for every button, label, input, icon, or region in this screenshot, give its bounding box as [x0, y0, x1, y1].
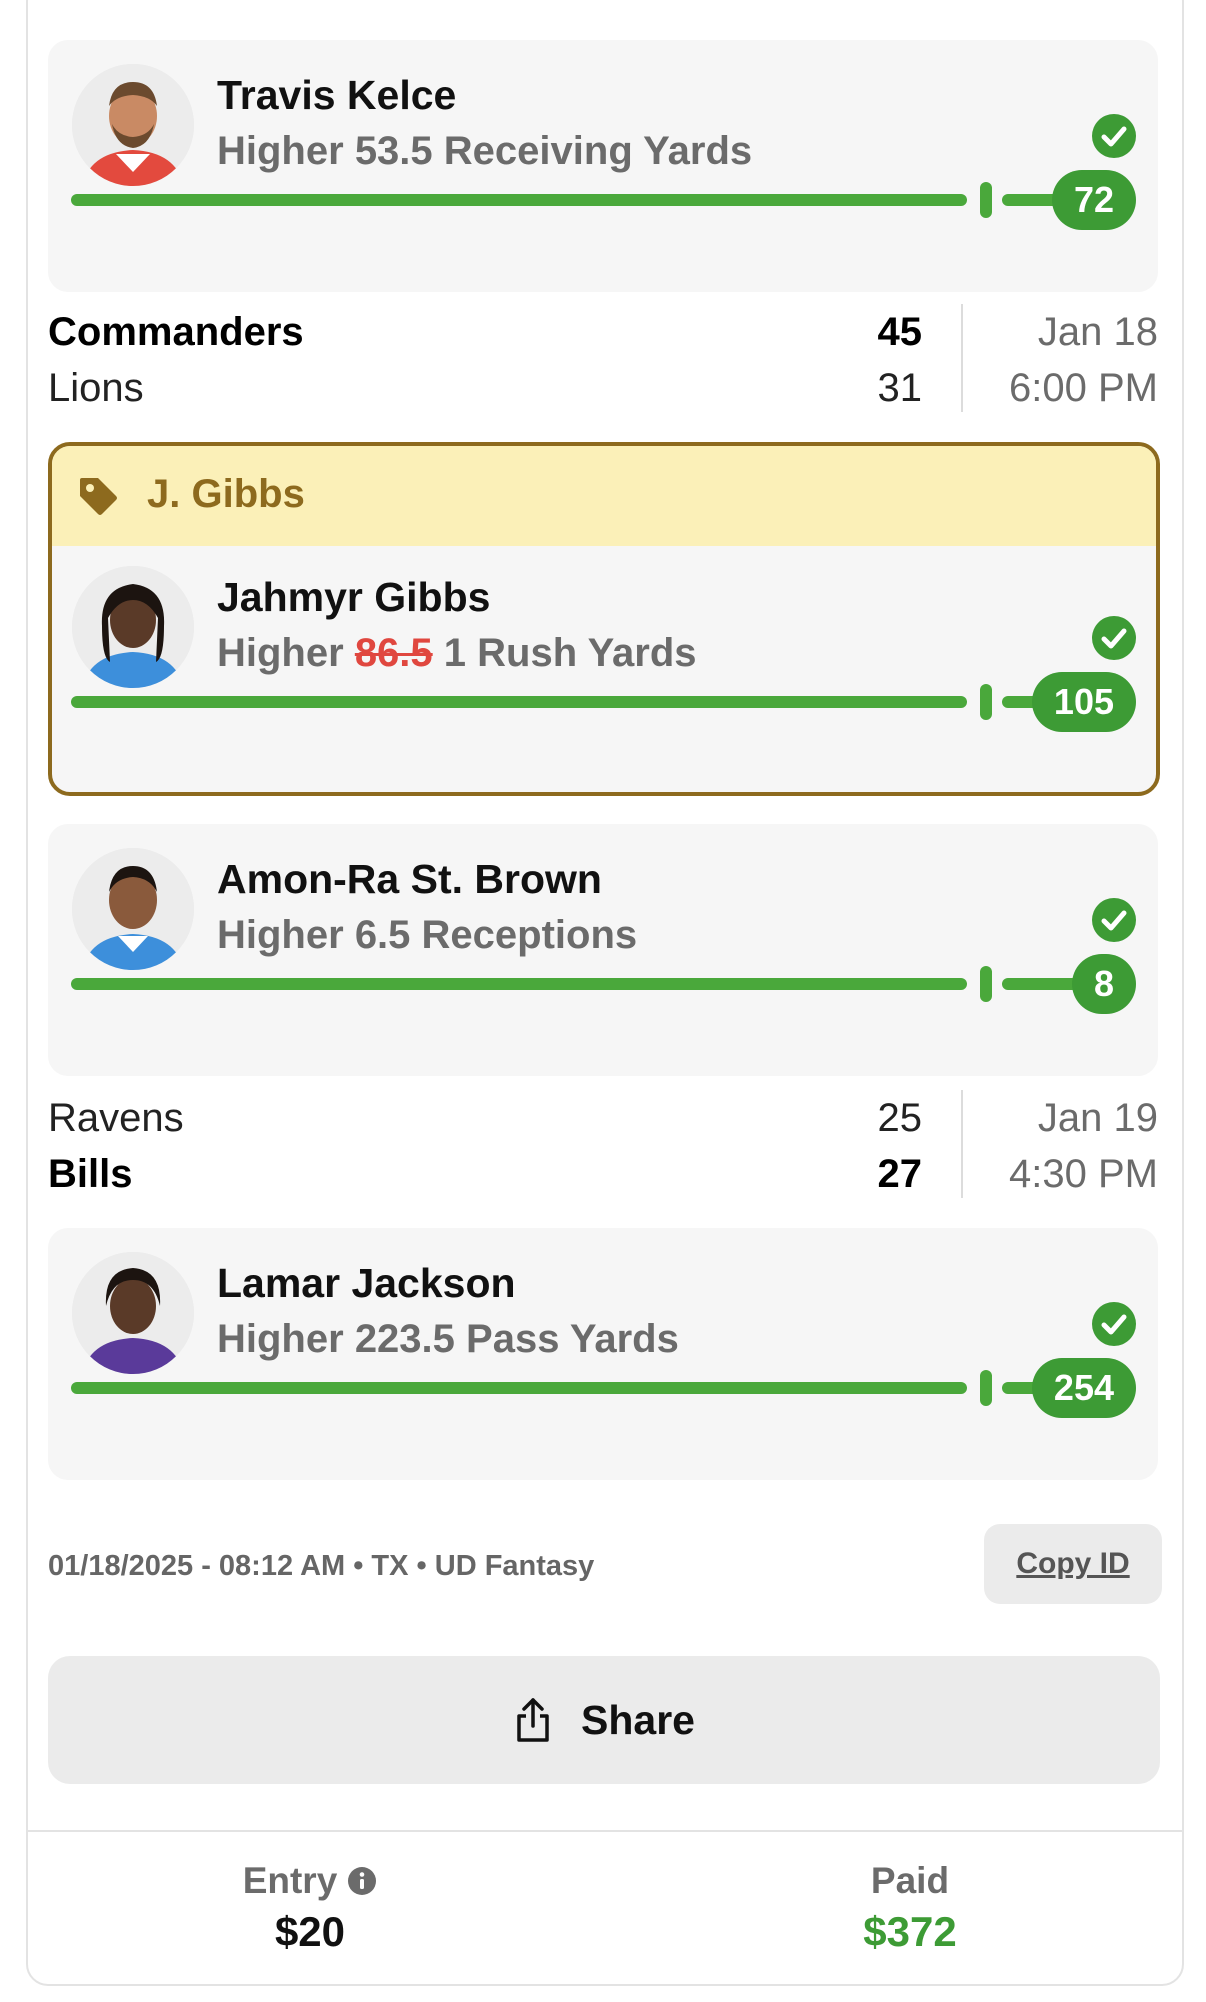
result-pill: 105: [1031, 672, 1136, 732]
tag-icon: [76, 474, 120, 518]
progress-bar: [71, 978, 967, 990]
game-date: Jan 19: [1037, 1096, 1158, 1140]
progress-bar-tail: [1002, 978, 1082, 990]
check-icon: [1092, 114, 1136, 158]
pick-stat: Receptions: [421, 913, 638, 957]
pick-line: Higher 6.5 Receptions: [217, 913, 637, 958]
pick-direction: Higher: [217, 913, 344, 957]
pick-line-value: 1: [443, 631, 467, 675]
divider: [961, 304, 963, 412]
pick-card-st-brown[interactable]: Amon-Ra St. Brown Higher 6.5 Receptions …: [48, 824, 1158, 1076]
pick-direction: Higher: [217, 129, 344, 173]
progress-bar: [71, 696, 967, 708]
pick-line-value: 223.5: [354, 1317, 455, 1361]
team-name: Lions: [48, 366, 144, 410]
team-score: 31: [877, 366, 923, 410]
pick-line-value: 6.5: [354, 913, 411, 957]
pick-direction: Higher: [217, 631, 344, 675]
share-icon: [513, 1696, 553, 1744]
footer-divider: [26, 1830, 1184, 1832]
share-label: Share: [581, 1696, 695, 1743]
pick-line: Higher 86.5 1 Rush Yards: [217, 631, 697, 676]
pick-card-kelce[interactable]: Travis Kelce Higher 53.5 Receiving Yards…: [48, 40, 1158, 292]
player-avatar: [72, 566, 194, 688]
line-marker: [980, 1370, 992, 1406]
player-name: Lamar Jackson: [217, 1260, 516, 1306]
game-score-ravens-bills: Ravens 25 Bills 27 Jan 19 4:30 PM: [48, 1090, 1158, 1206]
result-pill: 254: [1031, 1358, 1136, 1418]
share-button[interactable]: Share: [48, 1656, 1160, 1784]
entry-label: Entry: [242, 1860, 338, 1901]
check-icon: [1092, 898, 1136, 942]
check-icon: [1092, 1302, 1136, 1346]
pick-line-value: 53.5: [354, 129, 433, 173]
original-line-value: 86.5: [354, 631, 433, 675]
result-pill: 8: [1071, 954, 1136, 1014]
player-name: Jahmyr Gibbs: [217, 574, 491, 620]
entry-metadata: 01/18/2025 - 08:12 AM • TX • UD Fantasy: [48, 1550, 595, 1582]
player-avatar: [72, 1252, 194, 1374]
game-score-commanders-lions: Commanders 45 Lions 31 Jan 18 6:00 PM: [48, 304, 1158, 420]
entry-label-row: Entry: [243, 1860, 378, 1902]
game-time: 6:00 PM: [1009, 366, 1158, 410]
paid-label: Paid: [870, 1860, 950, 1901]
promo-pick-card-gibbs[interactable]: J. Gibbs Jahmyr Gibbs Higher 86.5 1 Rush…: [48, 442, 1160, 796]
result-pill: 72: [1051, 170, 1136, 230]
game-time: 4:30 PM: [1009, 1152, 1158, 1196]
paid-amount: $372: [863, 1908, 957, 1955]
pick-line: Higher 53.5 Receiving Yards: [217, 129, 752, 174]
promo-pick-body: Jahmyr Gibbs Higher 86.5 1 Rush Yards 10…: [52, 542, 1156, 792]
team-name: Commanders: [48, 310, 304, 354]
line-marker: [980, 966, 992, 1002]
team-score: 27: [877, 1152, 923, 1196]
progress-bar: [71, 1382, 967, 1394]
info-icon[interactable]: [347, 1866, 377, 1896]
pick-line: Higher 223.5 Pass Yards: [217, 1317, 679, 1362]
pick-stat: Pass Yards: [466, 1317, 679, 1361]
copy-id-button[interactable]: Copy ID: [984, 1524, 1162, 1604]
player-avatar: [72, 848, 194, 970]
entry-summary: Entry $20: [110, 1860, 510, 1956]
promo-label: J. Gibbs: [147, 472, 305, 516]
progress-bar: [71, 194, 967, 206]
payout-summary: Paid $372: [710, 1860, 1110, 1956]
line-marker: [980, 182, 992, 218]
team-name: Bills: [48, 1152, 133, 1196]
game-date: Jan 18: [1037, 310, 1158, 354]
team-score: 45: [877, 310, 923, 354]
check-icon: [1092, 616, 1136, 660]
player-name: Amon-Ra St. Brown: [217, 856, 602, 902]
team-score: 25: [877, 1096, 923, 1140]
line-marker: [980, 684, 992, 720]
player-avatar: [72, 64, 194, 186]
pick-direction: Higher: [217, 1317, 344, 1361]
player-name: Travis Kelce: [217, 72, 457, 118]
team-name: Ravens: [48, 1096, 184, 1140]
pick-stat: Rush Yards: [477, 631, 697, 675]
entry-amount: $20: [274, 1908, 346, 1955]
promo-header: J. Gibbs: [52, 446, 1156, 546]
pick-stat: Receiving Yards: [443, 129, 753, 173]
divider: [961, 1090, 963, 1198]
pick-card-jackson[interactable]: Lamar Jackson Higher 223.5 Pass Yards 25…: [48, 1228, 1158, 1480]
